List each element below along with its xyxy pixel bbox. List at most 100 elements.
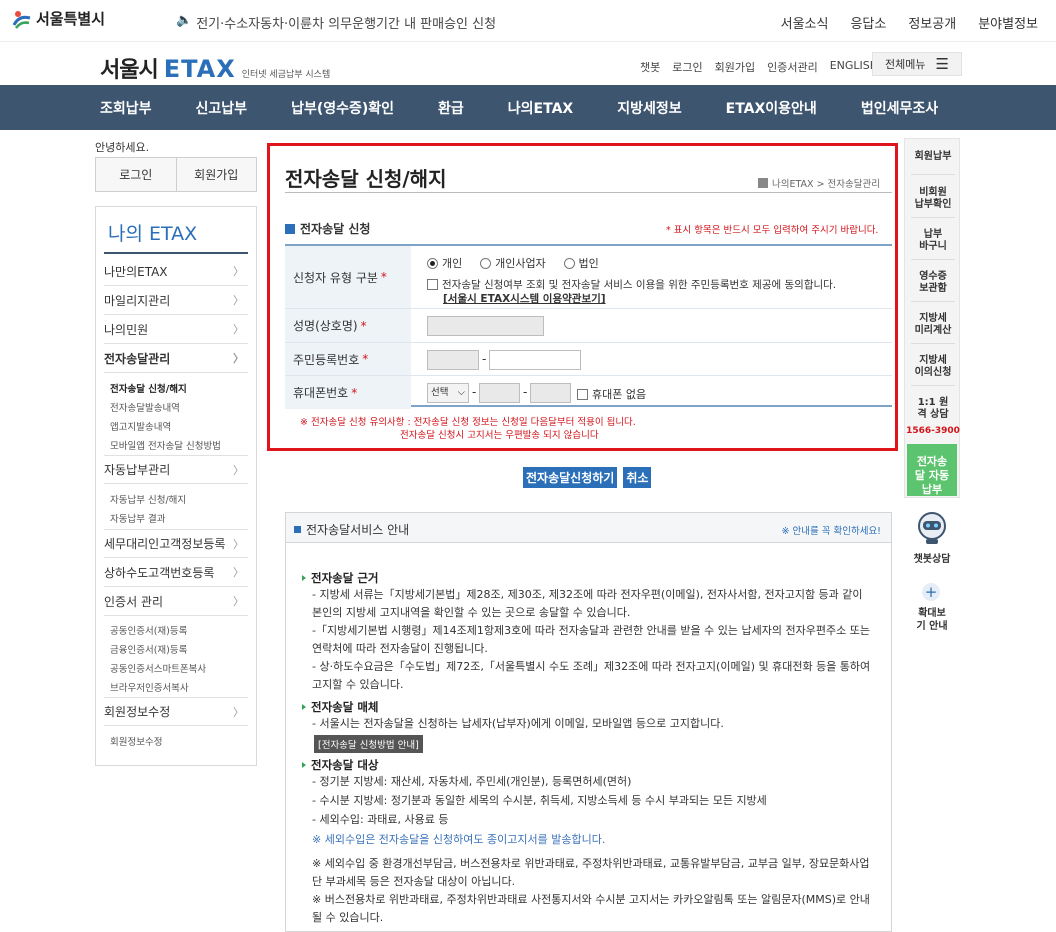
seoul-symbol-icon [12, 10, 31, 29]
cancel-button[interactable]: 취소 [623, 467, 652, 488]
seoul-logo[interactable]: 서울특별시 [12, 8, 105, 29]
title-divider [285, 192, 892, 193]
rrn-label: 주민등록번호 * [285, 343, 411, 375]
guide-note-2: ※ 세외수입 중 환경개선부담금, 버스전용차로 위반과태료, 주정차위반과태료… [312, 857, 870, 888]
nav-receipt-check[interactable]: 납부(영수증)확인 [291, 98, 394, 118]
quick-remote-consult[interactable]: 1:1 원격 상담 [905, 397, 961, 421]
all-menu-button[interactable]: 전체메뉴 ☰ [872, 52, 962, 76]
nav-refund[interactable]: 환급 [438, 98, 464, 118]
quick-tax-objection[interactable]: 지방세 이의신청 [905, 355, 961, 379]
nav-report-payment[interactable]: 신고납부 [196, 98, 248, 118]
rrn-field: - [411, 343, 892, 375]
sidebar-sub-autopay-result[interactable]: 자동납부 결과 [110, 511, 165, 525]
sidebar-sub-fin-cert-register[interactable]: 금융인증서(재)등록 [110, 642, 187, 656]
consent-checkbox[interactable] [427, 279, 438, 290]
sidebar-sub-edelivery-history[interactable]: 전자송달발송내역 [110, 400, 180, 414]
chevron-right-icon: 〉 [233, 294, 244, 307]
util-cert-link[interactable]: 인증서관리 [767, 59, 818, 75]
name-input[interactable] [427, 316, 544, 336]
sidebar-item-my-etax[interactable]: 나만의ETAX 〉 [104, 257, 248, 286]
greeting-text: 안녕하세요. [95, 141, 150, 154]
util-join-link[interactable]: 회원가입 [715, 59, 755, 75]
quick-guest-payment-check[interactable]: 비회원 납부확인 [905, 187, 961, 211]
top-link-news[interactable]: 서울소식 [781, 13, 829, 32]
util-english-link[interactable]: ENGLISH [830, 59, 878, 75]
sidebar-item-member-info[interactable]: 회원정보수정 〉 [104, 697, 248, 726]
sidebar-item-tax-agent[interactable]: 세무대리인고객정보등록 〉 [104, 529, 248, 558]
sidebar-join-button[interactable]: 회원가입 [176, 158, 256, 191]
top-notice[interactable]: 🔈 전기·수소자동차·이륜차 의무운행기간 내 판매승인 신청 [176, 13, 496, 32]
top-link-eungdapso[interactable]: 응답소 [850, 13, 886, 32]
quick-tax-precalc[interactable]: 지방세 미리계산 [905, 313, 961, 337]
guide-media-line-1: - 서울시는 전자송달을 신청하는 납세자(납부자)에게 이메일, 모바일앱 등… [312, 717, 724, 730]
hamburger-icon: ☰ [935, 55, 949, 73]
sidebar-login-button[interactable]: 로그인 [96, 158, 177, 191]
sidebar-title-divider [104, 252, 248, 254]
rrn-back-input[interactable] [489, 350, 581, 370]
nav-etax-guide[interactable]: ETAX이용안내 [726, 98, 817, 118]
sidebar-sub-mobile-app-guide[interactable]: 모바일앱 전자송달 신청방법 [110, 438, 221, 452]
guide-note-3: ※ 버스전용차로 위반과태료, 주정차위반과태료 사전통지서와 수시분 고지서는… [312, 893, 870, 924]
quick-payment-basket[interactable]: 납부 바구니 [905, 229, 961, 253]
chatbot-label[interactable]: 챗봇상담 [904, 550, 960, 565]
chatbot-icon[interactable] [912, 508, 952, 548]
radio-sole-proprietor[interactable]: 개인사업자 [480, 255, 546, 271]
phone-middle-input[interactable] [479, 383, 520, 403]
phone-prefix-select[interactable]: 선택 ⌵ [427, 383, 469, 403]
warning-line-2: 전자송달 신청시 고지서는 우편발송 되지 않습니다 [400, 430, 599, 441]
etax-logo-subtitle: 인터넷 세금납부 시스템 [241, 70, 331, 80]
phone-last-input[interactable] [530, 383, 571, 403]
guide-heading-media: 전자송달 매체 [302, 699, 378, 715]
util-login-link[interactable]: 로그인 [672, 59, 702, 75]
rrn-front-input[interactable] [427, 350, 479, 370]
triangle-bullet-icon [302, 575, 306, 581]
sidebar-item-mileage[interactable]: 마일리지관리 〉 [104, 286, 248, 315]
quick-edelivery-autopay-button[interactable]: 전자송달 자동납부 [907, 444, 957, 496]
sidebar-sub-cert-register[interactable]: 공동인증서(재)등록 [110, 623, 187, 637]
quick-receipt-box[interactable]: 영수증 보관함 [905, 271, 961, 295]
quick-member-payment[interactable]: 회원납부 [905, 151, 961, 163]
util-chatbot-link[interactable]: 챗봇 [640, 59, 660, 75]
sidebar-item-label: 마일리지관리 [104, 293, 171, 308]
sidebar-item-edelivery[interactable]: 전자송달관리 〉 [104, 344, 248, 373]
sidebar-item-water-customer[interactable]: 상하수도고객번호등록 〉 [104, 558, 248, 587]
sidebar-sub-autopay-apply[interactable]: 자동납부 신청/해지 [110, 492, 186, 506]
nav-my-etax[interactable]: 나의ETAX [508, 98, 573, 118]
sidebar-sub-edelivery-apply[interactable]: 전자송달 신청/해지 [110, 381, 187, 395]
guide-basis-line-1: - 지방세 서류는「지방세기본법」제28조, 제30조, 제32조에 따라 전자… [312, 588, 863, 619]
consent-text: 전자송달 신청여부 조회 및 전자송달 서비스 이용을 위한 주민등록번호 제공… [442, 279, 837, 291]
sidebar-sub-browser-cert-copy[interactable]: 브라우저인증서복사 [110, 680, 189, 694]
chevron-right-icon: 〉 [233, 323, 244, 336]
nav-local-tax-info[interactable]: 지방세정보 [617, 98, 681, 118]
apply-button[interactable]: 전자송달신청하기 [523, 467, 618, 488]
section-heading-text: 전자송달 신청 [300, 222, 371, 236]
sidebar-sub-app-notice-history[interactable]: 앱고지발송내역 [110, 419, 171, 433]
sidebar-sub-member-edit[interactable]: 회원정보수정 [110, 734, 162, 748]
edelivery-method-guide-button[interactable]: [전자송달 신청방법 안내] [314, 735, 423, 753]
type-field: 개인 개인사업자 법인 전자송달 신청여부 조회 및 전자송달 서비스 이용을 … [411, 246, 892, 308]
sidebar-item-cert-management[interactable]: 인증서 관리 〉 [104, 587, 248, 616]
radio-corporation[interactable]: 법인 [563, 255, 599, 271]
chevron-right-icon: 〉 [233, 537, 244, 551]
breadcrumb-text: 나의ETAX > 전자송달관리 [772, 179, 880, 190]
radio-individual[interactable]: 개인 [427, 255, 462, 271]
etax-logo[interactable]: 서울시 ETAX 인터넷 세금납부 시스템 [100, 52, 330, 84]
util-links: 챗봇 로그인 회원가입 인증서관리 ENGLISH [640, 59, 878, 75]
zoom-guide-label[interactable]: 확대보기 안내 [904, 607, 960, 633]
home-icon[interactable] [758, 178, 768, 188]
nav-inquiry-payment[interactable]: 조회납부 [100, 98, 152, 118]
top-link-fields[interactable]: 분야별정보 [978, 13, 1038, 32]
sidebar-item-autopay[interactable]: 자동납부관리 〉 [104, 455, 248, 484]
zoom-plus-icon[interactable]: + [922, 583, 940, 601]
sidebar-auth-buttons: 로그인 회원가입 [95, 157, 257, 192]
nav-corporate-audit[interactable]: 법인세무조사 [861, 98, 938, 118]
etax-logo-en: ETAX [163, 55, 236, 83]
phone-field: 선택 ⌵ - - 휴대폰 없음 [411, 376, 892, 409]
service-guide-title: 전자송달서비스 안내 [294, 521, 409, 538]
top-link-info[interactable]: 정보공개 [908, 13, 956, 32]
terms-link[interactable]: [서울시 ETAX시스템 이용약관보기] [443, 291, 606, 306]
sidebar-item-complaints[interactable]: 나의민원 〉 [104, 315, 248, 344]
no-phone-checkbox[interactable] [577, 388, 588, 400]
sidebar-sub-cert-phone-copy[interactable]: 공동인증서스마트폰복사 [110, 661, 206, 675]
radio-unchecked-icon [563, 257, 575, 269]
